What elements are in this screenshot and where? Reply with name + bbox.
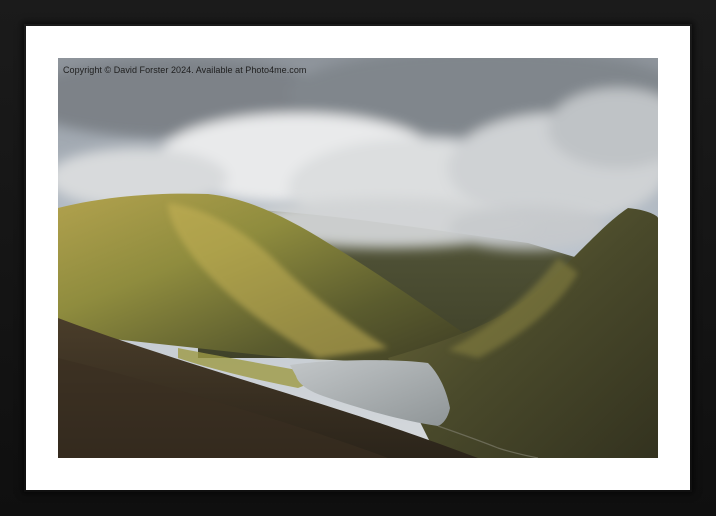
copyright-watermark: Copyright © David Forster 2024. Availabl… <box>63 65 307 75</box>
landscape-image <box>58 58 658 458</box>
landscape-photo: Copyright © David Forster 2024. Availabl… <box>58 58 658 458</box>
